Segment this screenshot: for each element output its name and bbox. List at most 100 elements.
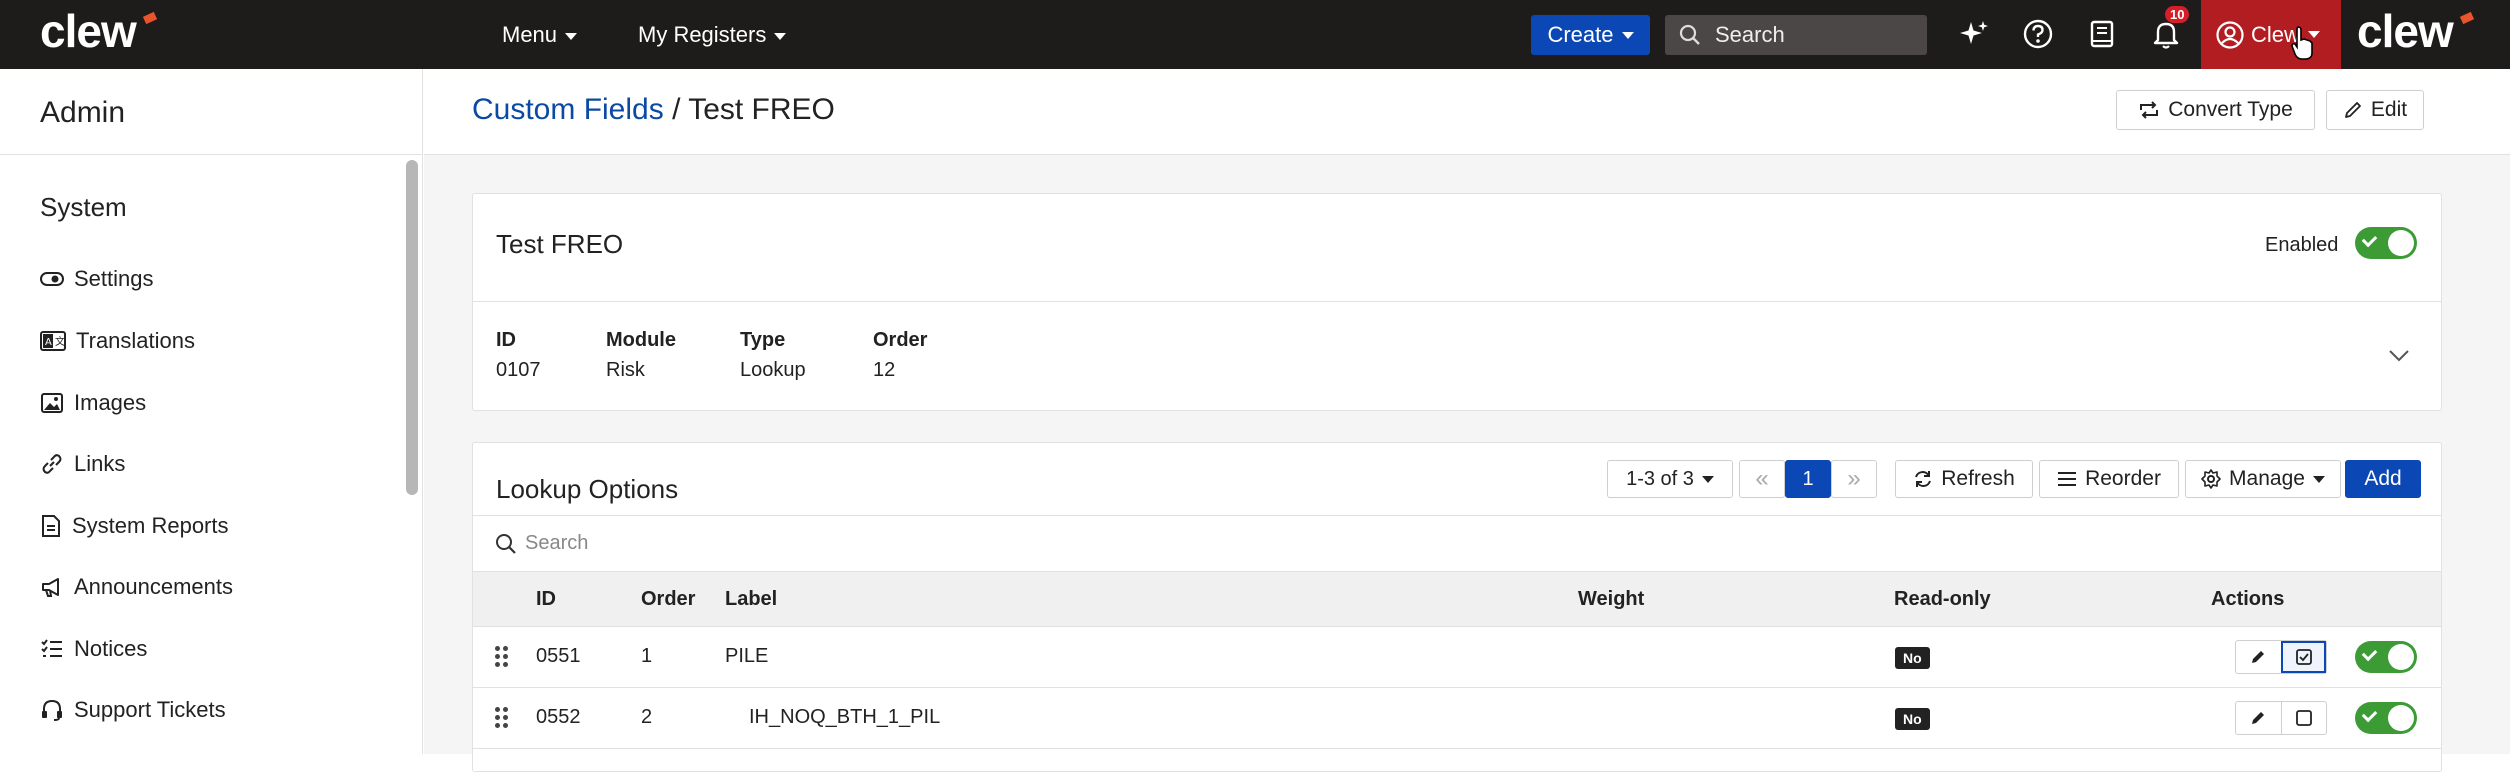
create-button[interactable]: Create <box>1531 15 1650 55</box>
my-registers-dropdown[interactable]: My Registers <box>638 22 787 48</box>
options-table-header: ID Order Label Weight Read-only Actions <box>473 571 2441 627</box>
sidebar-item-label: Settings <box>74 266 154 291</box>
search-icon <box>1679 24 1700 45</box>
main-content: Custom Fields / Test FREO Convert Type E… <box>424 69 2510 772</box>
client-logo-text: clew <box>2357 5 2454 57</box>
logo-text: clew <box>40 5 137 57</box>
link-icon <box>42 454 62 474</box>
sidebar-item-links[interactable]: Links <box>40 451 125 477</box>
page-range-dropdown[interactable]: 1-3 of 3 <box>1607 460 1733 498</box>
row-label: IH_NOQ_BTH_1_PIL <box>749 706 941 728</box>
create-label: Create <box>1547 22 1614 47</box>
page-range-label: 1-3 of 3 <box>1626 467 1694 490</box>
convert-type-button[interactable]: Convert Type <box>2116 90 2315 130</box>
sidebar-title: Admin <box>0 69 422 155</box>
select-row-checkbox[interactable] <box>2280 702 2327 734</box>
sidebar-scrollbar-thumb[interactable] <box>406 160 418 495</box>
list-icon <box>41 639 62 657</box>
notification-count-badge: 10 <box>2165 6 2190 23</box>
convert-icon <box>2140 101 2159 119</box>
edit-row-button[interactable] <box>2236 702 2281 734</box>
edit-row-button[interactable] <box>2236 641 2281 673</box>
sidebar-item-settings[interactable]: Settings <box>40 266 154 292</box>
svg-text:文: 文 <box>55 335 65 348</box>
drag-handle-icon[interactable] <box>495 706 509 730</box>
book-icon[interactable] <box>2086 18 2118 50</box>
chevron-down-icon <box>774 32 787 40</box>
column-header-actions: Actions <box>2211 588 2285 610</box>
readonly-badge: No <box>1895 647 1930 669</box>
double-chevron-left-icon: « <box>1755 465 1769 492</box>
double-chevron-right-icon: » <box>1847 465 1861 492</box>
chevron-down-icon[interactable] <box>2388 349 2410 363</box>
megaphone-icon <box>42 578 59 597</box>
drag-handle-icon[interactable] <box>495 645 509 669</box>
help-icon[interactable] <box>2022 18 2054 50</box>
manage-dropdown[interactable]: Manage <box>2185 460 2341 498</box>
meta-module-value: Risk <box>606 359 645 381</box>
row-enabled-toggle[interactable] <box>2355 702 2417 734</box>
last-page-button[interactable]: » <box>1831 460 1877 498</box>
sparkle-ai-icon[interactable] <box>1958 18 1990 50</box>
sidebar-item-translations[interactable]: A文 Translations <box>40 328 195 354</box>
edit-button[interactable]: Edit <box>2326 90 2424 130</box>
column-header-label[interactable]: Label <box>725 588 777 611</box>
menu-dropdown[interactable]: Menu <box>502 22 578 48</box>
column-header-order[interactable]: Order <box>641 588 695 611</box>
user-menu-dropdown[interactable]: Clew <box>2201 0 2341 69</box>
breadcrumb-custom-fields-link[interactable]: Custom Fields <box>472 93 664 126</box>
meta-id-value: 0107 <box>496 359 541 381</box>
chevron-down-icon <box>565 32 578 40</box>
breadcrumb-current: Test FREO <box>688 93 835 126</box>
refresh-button[interactable]: Refresh <box>1895 460 2033 498</box>
row-action-group <box>2235 640 2327 674</box>
column-header-weight[interactable]: Weight <box>1578 588 1644 611</box>
sidebar-item-label: Links <box>74 451 126 476</box>
column-header-id[interactable]: ID <box>536 588 556 611</box>
pencil-icon <box>2345 102 2361 118</box>
menu-label: Menu <box>502 22 558 47</box>
logo[interactable]: clew <box>40 4 158 58</box>
add-option-button[interactable]: Add <box>2345 460 2421 498</box>
chevron-down-icon <box>1701 475 1714 483</box>
meta-type-value: Lookup <box>740 359 806 381</box>
enabled-label: Enabled <box>2265 234 2339 256</box>
first-page-button[interactable]: « <box>1739 460 1785 498</box>
row-order: 1 <box>641 645 653 667</box>
sidebar-item-images[interactable]: Images <box>40 390 146 416</box>
page-number: 1 <box>1802 467 1814 490</box>
sidebar-item-label: Images <box>74 390 147 415</box>
chevron-down-icon <box>2312 475 2325 483</box>
toggle-icon <box>40 272 64 286</box>
search-placeholder: Search <box>1715 22 1785 47</box>
add-label: Add <box>2364 467 2402 490</box>
reorder-button[interactable]: Reorder <box>2039 460 2179 498</box>
sidebar-item-label: System Reports <box>72 513 229 538</box>
pencil-icon <box>2252 712 2265 724</box>
sidebar-item-support-tickets[interactable]: Support Tickets <box>40 697 226 723</box>
admin-sidebar: Admin System Settings A文 Translations Im… <box>0 69 423 754</box>
convert-type-label: Convert Type <box>2168 98 2293 121</box>
row-enabled-toggle[interactable] <box>2355 641 2417 673</box>
field-title: Test FREO <box>496 229 624 259</box>
my-registers-label: My Registers <box>638 22 767 47</box>
svg-text:A: A <box>45 337 52 348</box>
sidebar-item-label: Support Tickets <box>74 697 226 722</box>
column-header-readonly[interactable]: Read-only <box>1894 588 1991 611</box>
page-header: Custom Fields / Test FREO Convert Type E… <box>424 69 2510 155</box>
sidebar-item-system-reports[interactable]: System Reports <box>40 513 229 539</box>
meta-type-label: Type <box>740 329 786 351</box>
sidebar-item-notices[interactable]: Notices <box>40 636 147 662</box>
image-icon <box>41 393 63 413</box>
mouse-cursor-icon <box>2291 26 2313 60</box>
options-search-placeholder: Search <box>525 532 589 554</box>
page-1-button[interactable]: 1 <box>1785 460 1831 498</box>
sidebar-item-announcements[interactable]: Announcements <box>40 574 233 600</box>
options-search-input[interactable]: Search <box>473 515 2441 571</box>
select-row-checkbox[interactable] <box>2280 641 2326 673</box>
field-details-card: Test FREO Enabled ID 0107 Module Risk Ty… <box>472 193 2442 411</box>
global-search-input[interactable]: Search <box>1665 15 1927 55</box>
readonly-badge: No <box>1895 708 1930 730</box>
divider <box>473 301 2441 302</box>
enabled-toggle[interactable] <box>2355 227 2417 259</box>
